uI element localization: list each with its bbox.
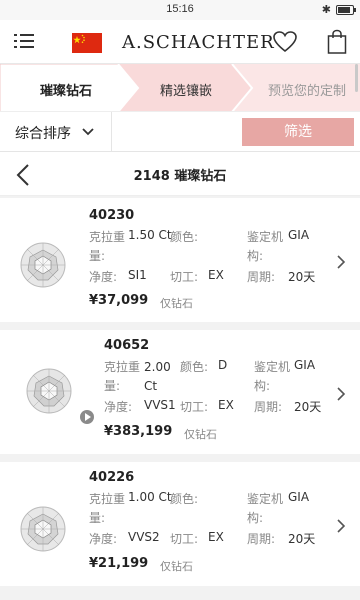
price: ¥21,199 [89, 556, 149, 571]
top-bar: A.SCHACHTER [0, 20, 360, 64]
color-label: 颜色: [180, 360, 209, 374]
clarity-value: SI1 [128, 268, 147, 282]
carat-label: 克拉重量: [89, 230, 126, 263]
title-bar: 2148 璀璨钻石 [0, 152, 360, 196]
step-diamond[interactable]: 璀璨钻石 [40, 80, 92, 99]
product-id: 40226 [89, 470, 135, 485]
cycle-value: 20天 [294, 400, 322, 414]
cycle-value: 20天 [288, 532, 316, 546]
clarity-value: VVS1 [144, 398, 176, 412]
step-indicator: 璀璨钻石 精选镶嵌 预览您的定制 [0, 64, 360, 112]
cut-value: EX [208, 268, 224, 282]
cycle-value: 20天 [288, 270, 316, 284]
lab-value: GIA [288, 228, 310, 242]
lab-label: 鉴定机构: [254, 360, 291, 393]
diamond-only-tag: 仅钻石 [160, 560, 193, 573]
cut-label: 切工: [170, 532, 199, 546]
clarity-value: VVS2 [128, 530, 160, 544]
filter-bar: 综合排序 筛选 [0, 112, 360, 152]
carat-value: 2.00 Ct [144, 360, 171, 393]
lab-value: GIA [294, 358, 316, 372]
chevron-right-icon [337, 387, 346, 401]
battery-icon [336, 4, 356, 15]
diamond-only-tag: 仅钻石 [160, 297, 193, 310]
clarity-label: 净度: [104, 400, 133, 414]
status-bar: 15:16 ✱ [0, 0, 360, 20]
diamond-image [20, 242, 66, 288]
carat-label: 克拉重量: [104, 360, 141, 393]
carat-value: 1.50 Ct [128, 228, 172, 242]
cycle-label: 周期: [254, 400, 283, 414]
lab-label: 鉴定机构: [247, 230, 284, 263]
lab-value: GIA [288, 490, 310, 504]
price: ¥37,099 [89, 293, 149, 308]
color-label: 颜色: [170, 230, 199, 244]
heart-icon[interactable] [272, 30, 298, 54]
color-label: 颜色: [170, 492, 199, 506]
chevron-right-icon [337, 255, 346, 269]
cut-label: 切工: [170, 270, 199, 284]
product-card[interactable]: 40226 克拉重量: 1.00 Ct 颜色: 鉴定机构: GIA 净度: VV… [0, 462, 360, 586]
sort-label: 综合排序 [15, 126, 71, 142]
cut-value: EX [218, 398, 234, 412]
product-card[interactable]: 40652 克拉重量: 2.00 Ct 颜色: D 鉴定机构: GIA 净度: … [0, 330, 360, 454]
cut-label: 切工: [180, 400, 209, 414]
chevron-right-icon [337, 519, 346, 533]
clarity-label: 净度: [89, 270, 118, 284]
cycle-label: 周期: [247, 270, 276, 284]
product-id: 40230 [89, 208, 135, 223]
china-flag-icon[interactable] [72, 33, 102, 53]
color-value: D [218, 358, 228, 372]
menu-icon[interactable] [14, 32, 34, 50]
carat-value: 1.00 Ct [128, 490, 172, 504]
cycle-label: 周期: [247, 532, 276, 546]
sort-dropdown[interactable]: 综合排序 [0, 112, 112, 152]
product-card[interactable]: 40230 克拉重量: 1.50 Ct 颜色: 鉴定机构: GIA 净度: SI… [0, 198, 360, 322]
step-preview[interactable]: 预览您的定制 [268, 80, 346, 99]
carat-label: 克拉重量: [89, 492, 126, 525]
diamond-image [26, 368, 72, 414]
diamond-only-tag: 仅钻石 [184, 428, 217, 441]
clarity-label: 净度: [89, 532, 118, 546]
lab-label: 鉴定机构: [247, 492, 284, 525]
page-title: 2148 璀璨钻石 [133, 169, 227, 184]
brand-logo[interactable]: A.SCHACHTER [122, 32, 275, 53]
filter-button[interactable]: 筛选 [242, 118, 354, 146]
price: ¥383,199 [104, 424, 173, 439]
chevron-down-icon [82, 128, 94, 136]
bluetooth-icon: ✱ [321, 3, 331, 16]
shopping-bag-icon[interactable] [327, 29, 347, 55]
scrollbar[interactable] [355, 64, 358, 92]
play-video-icon[interactable] [80, 410, 94, 424]
step-setting[interactable]: 精选镶嵌 [160, 80, 212, 99]
product-id: 40652 [104, 338, 150, 353]
cut-value: EX [208, 530, 224, 544]
diamond-image [20, 506, 66, 552]
status-time: 15:16 [166, 3, 194, 15]
